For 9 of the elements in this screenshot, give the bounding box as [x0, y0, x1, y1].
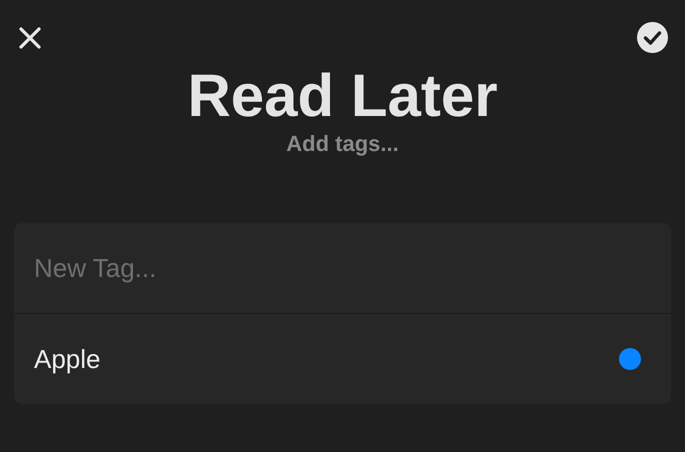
checkmark-circle-icon: [637, 22, 668, 53]
close-icon: [18, 26, 42, 50]
subtitle: Add tags...: [286, 131, 399, 157]
new-tag-field[interactable]: New Tag...: [14, 223, 671, 314]
confirm-button[interactable]: [637, 22, 668, 53]
tag-label: Apple: [34, 344, 100, 374]
page-title: Read Later: [186, 63, 499, 129]
close-button[interactable]: [18, 26, 42, 50]
tag-row[interactable]: Apple: [14, 314, 671, 404]
